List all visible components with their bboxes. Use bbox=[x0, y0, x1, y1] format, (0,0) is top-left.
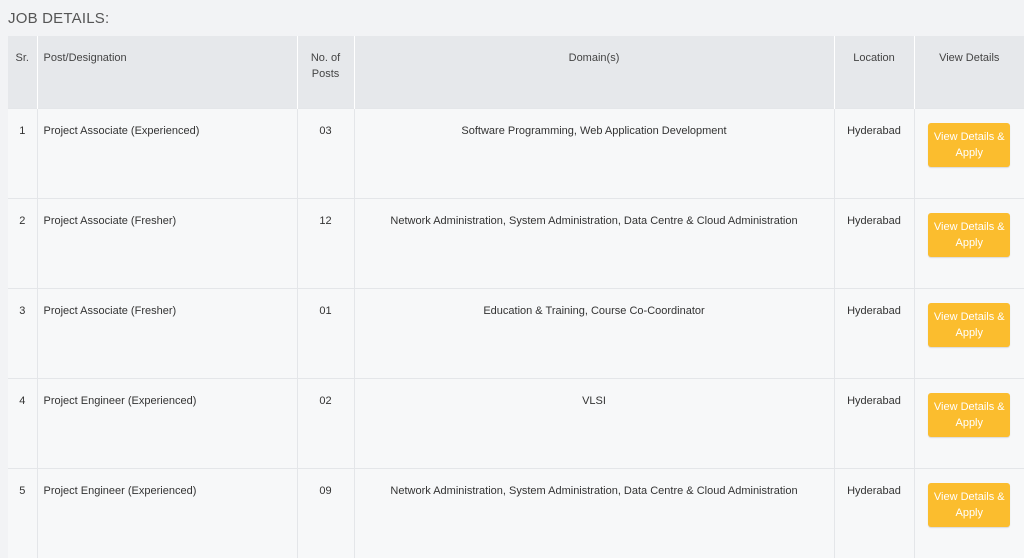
cell-post: Project Associate (Experienced) bbox=[37, 109, 297, 199]
cell-num-posts: 01 bbox=[297, 289, 354, 379]
cell-sr: 5 bbox=[8, 469, 37, 558]
cell-post: Project Engineer (Experienced) bbox=[37, 379, 297, 469]
header-view-details: View Details bbox=[914, 36, 1024, 109]
cell-domain: Software Programming, Web Application De… bbox=[354, 109, 834, 199]
view-details-apply-button[interactable]: View Details & Apply bbox=[928, 213, 1010, 257]
cell-domain: VLSI bbox=[354, 379, 834, 469]
cell-location: Hyderabad bbox=[834, 379, 914, 469]
view-details-apply-button[interactable]: View Details & Apply bbox=[928, 393, 1010, 437]
cell-num-posts: 09 bbox=[297, 469, 354, 558]
header-sr: Sr. bbox=[8, 36, 37, 109]
cell-action: View Details & Apply bbox=[914, 289, 1024, 379]
table-row: 1 Project Associate (Experienced) 03 Sof… bbox=[8, 109, 1024, 199]
cell-sr: 4 bbox=[8, 379, 37, 469]
cell-post: Project Associate (Fresher) bbox=[37, 289, 297, 379]
cell-domain: Network Administration, System Administr… bbox=[354, 469, 834, 558]
page-title: JOB DETAILS: bbox=[8, 10, 109, 27]
header-num-posts: No. of Posts bbox=[297, 36, 354, 109]
table-row: 3 Project Associate (Fresher) 01 Educati… bbox=[8, 289, 1024, 379]
cell-post: Project Engineer (Experienced) bbox=[37, 469, 297, 558]
view-details-apply-button[interactable]: View Details & Apply bbox=[928, 483, 1010, 527]
header-location: Location bbox=[834, 36, 914, 109]
table-row: 2 Project Associate (Fresher) 12 Network… bbox=[8, 199, 1024, 289]
cell-action: View Details & Apply bbox=[914, 109, 1024, 199]
cell-action: View Details & Apply bbox=[914, 199, 1024, 289]
cell-sr: 1 bbox=[8, 109, 37, 199]
cell-action: View Details & Apply bbox=[914, 469, 1024, 558]
table-row: 4 Project Engineer (Experienced) 02 VLSI… bbox=[8, 379, 1024, 469]
job-details-table: Sr. Post/Designation No. of Posts Domain… bbox=[8, 36, 1024, 558]
cell-location: Hyderabad bbox=[834, 199, 914, 289]
table-header-row: Sr. Post/Designation No. of Posts Domain… bbox=[8, 36, 1024, 109]
table-row: 5 Project Engineer (Experienced) 09 Netw… bbox=[8, 469, 1024, 558]
cell-domain: Education & Training, Course Co-Coordina… bbox=[354, 289, 834, 379]
cell-sr: 2 bbox=[8, 199, 37, 289]
cell-num-posts: 02 bbox=[297, 379, 354, 469]
cell-num-posts: 03 bbox=[297, 109, 354, 199]
cell-post: Project Associate (Fresher) bbox=[37, 199, 297, 289]
header-domain: Domain(s) bbox=[354, 36, 834, 109]
view-details-apply-button[interactable]: View Details & Apply bbox=[928, 303, 1010, 347]
cell-location: Hyderabad bbox=[834, 469, 914, 558]
header-post: Post/Designation bbox=[37, 36, 297, 109]
cell-location: Hyderabad bbox=[834, 289, 914, 379]
view-details-apply-button[interactable]: View Details & Apply bbox=[928, 123, 1010, 167]
cell-domain: Network Administration, System Administr… bbox=[354, 199, 834, 289]
cell-action: View Details & Apply bbox=[914, 379, 1024, 469]
cell-location: Hyderabad bbox=[834, 109, 914, 199]
cell-sr: 3 bbox=[8, 289, 37, 379]
cell-num-posts: 12 bbox=[297, 199, 354, 289]
